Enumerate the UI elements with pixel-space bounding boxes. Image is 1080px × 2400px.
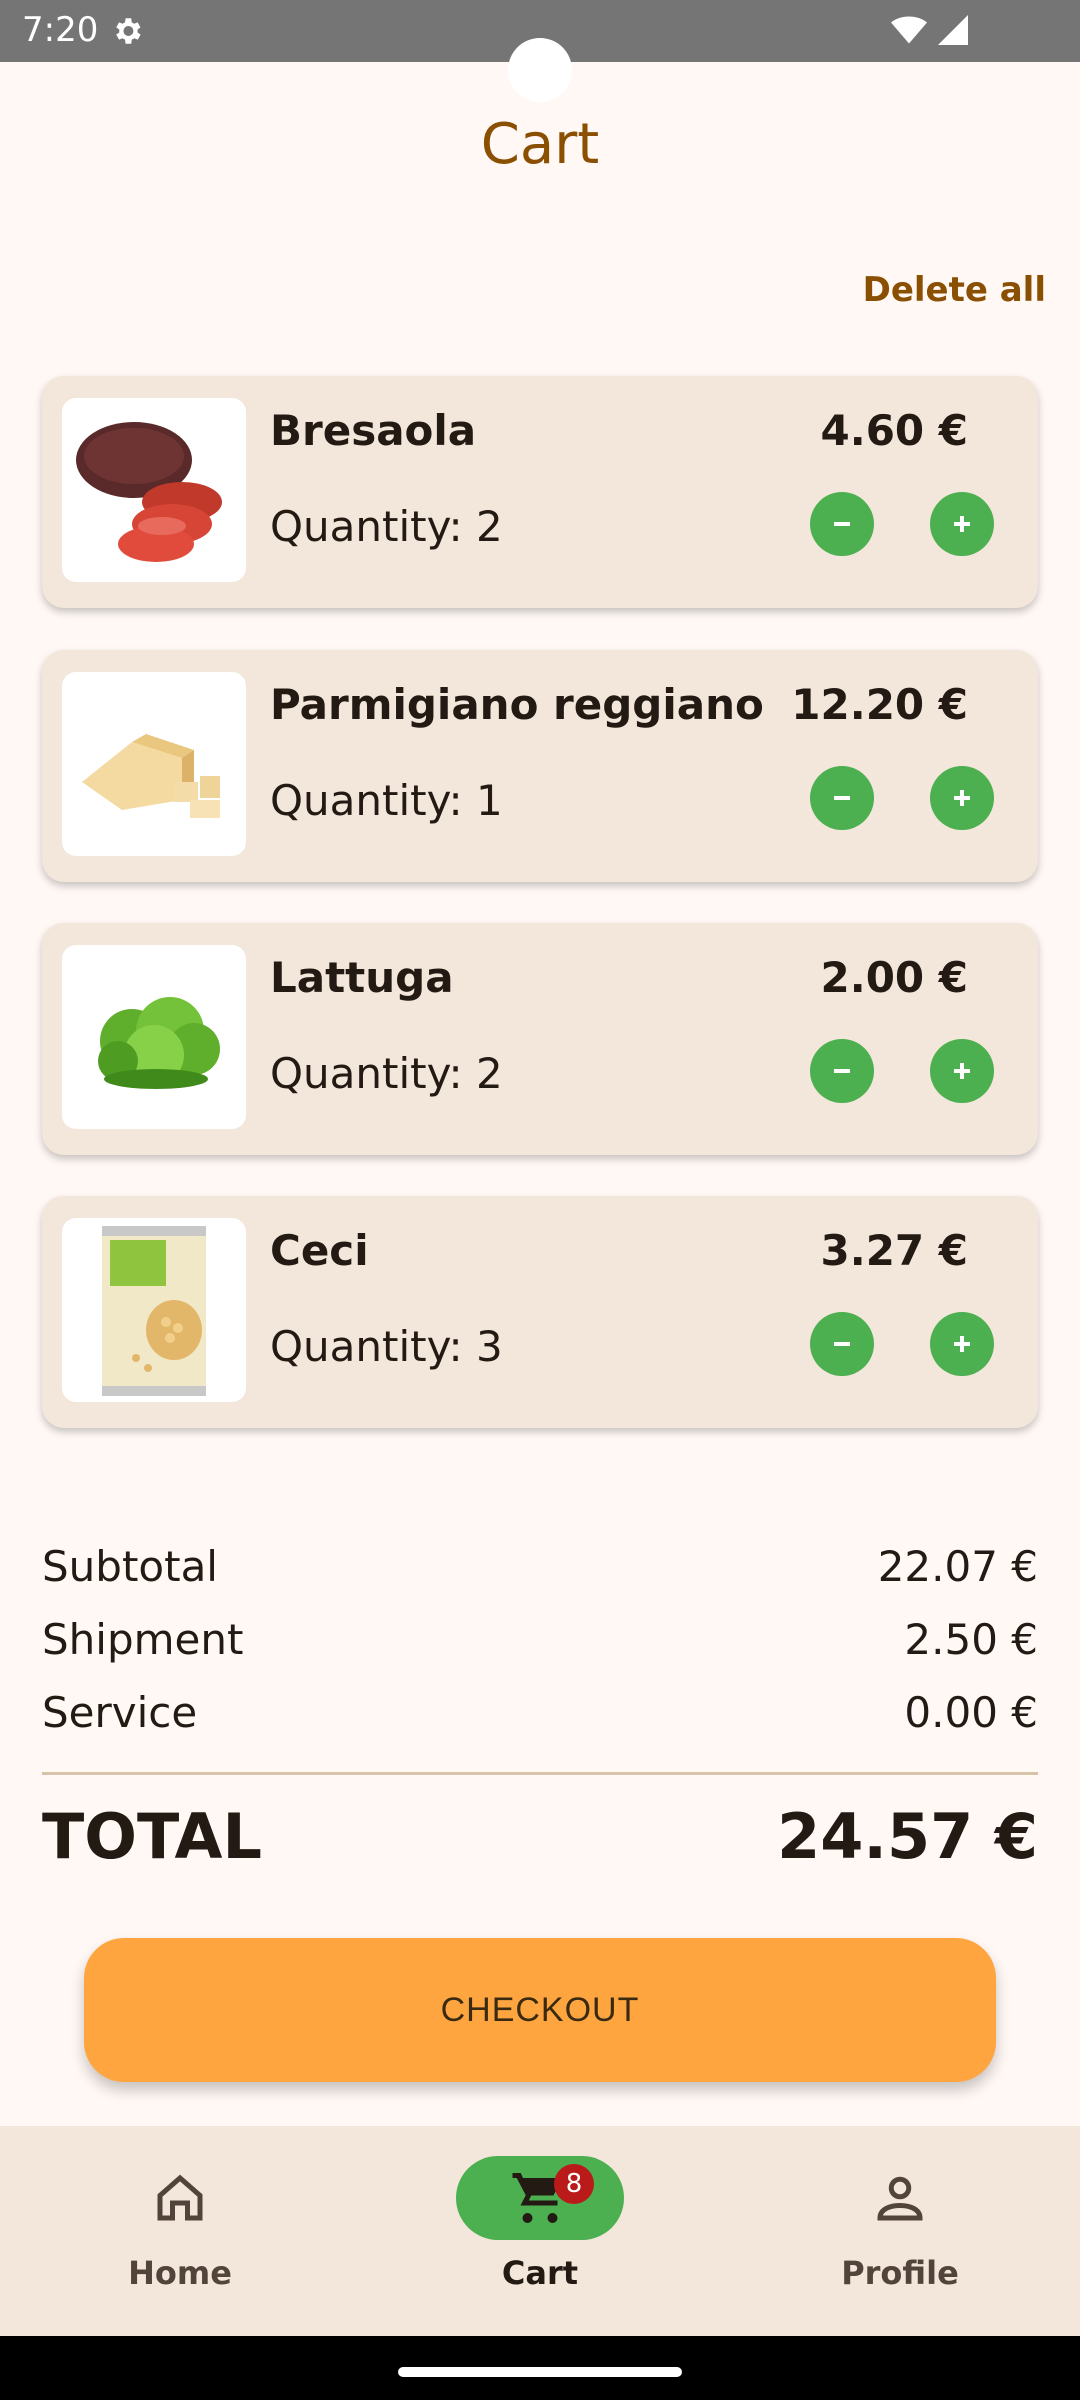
service-row: Service 0.00 € [42, 1688, 1038, 1748]
item-price: 2.00 € [820, 953, 968, 1002]
lettuce-image [62, 945, 246, 1129]
shipment-value: 2.50 € [904, 1615, 1038, 1664]
item-quantity: Quantity: 2 [270, 1049, 503, 1098]
increase-quantity-button[interactable] [930, 492, 994, 556]
item-name: Ceci [270, 1226, 369, 1275]
cart-badge: 8 [554, 2164, 594, 2204]
increase-quantity-button[interactable] [930, 1039, 994, 1103]
increase-quantity-button[interactable] [930, 766, 994, 830]
page-title: Cart [480, 112, 600, 177]
home-icon [157, 2174, 203, 2221]
decrease-quantity-button[interactable] [810, 1312, 874, 1376]
minus-icon [834, 522, 850, 526]
summary-divider [42, 1772, 1038, 1775]
plus-icon [954, 1336, 970, 1352]
cart-item-card: Parmigiano reggiano Quantity: 1 12.20 € [42, 650, 1038, 882]
plus-icon [954, 790, 970, 806]
minus-icon [834, 1069, 850, 1073]
plus-icon [954, 1063, 970, 1079]
wifi-icon [891, 16, 927, 44]
item-price: 3.27 € [820, 1226, 968, 1275]
item-quantity: Quantity: 1 [270, 776, 503, 825]
subtotal-label: Subtotal [42, 1542, 218, 1591]
nav-label-cart: Cart [501, 2254, 579, 2292]
decrease-quantity-button[interactable] [810, 1039, 874, 1103]
item-quantity: Quantity: 3 [270, 1322, 503, 1371]
item-price: 12.20 € [791, 680, 968, 729]
minus-icon [834, 1342, 850, 1346]
cart-item-card: Bresaola Quantity: 2 4.60 € [42, 376, 1038, 608]
nav-item-profile[interactable]: Profile [720, 2126, 1080, 2336]
home-gesture-handle[interactable] [398, 2367, 682, 2377]
shipment-row: Shipment 2.50 € [42, 1615, 1038, 1675]
total-value: 24.57 € [777, 1800, 1038, 1873]
checkout-button[interactable]: CHECKOUT [84, 1938, 996, 2082]
delete-all-button[interactable]: Delete all [863, 270, 1046, 310]
decrease-quantity-button[interactable] [810, 492, 874, 556]
service-label: Service [42, 1688, 198, 1737]
item-quantity: Quantity: 2 [270, 502, 503, 551]
cell-signal-icon [938, 15, 968, 45]
settings-gear-icon [116, 18, 141, 44]
bresaola-image [62, 398, 246, 582]
item-name: Parmigiano reggiano [270, 680, 764, 729]
parmesan-image [62, 672, 246, 856]
plus-icon [954, 516, 970, 532]
camera-cutout [508, 38, 572, 102]
nav-item-home[interactable]: Home [0, 2126, 360, 2336]
nav-label-profile: Profile [841, 2254, 959, 2292]
item-name: Bresaola [270, 406, 477, 455]
service-value: 0.00 € [904, 1688, 1038, 1737]
shipment-label: Shipment [42, 1615, 244, 1664]
cart-item-card: Ceci Quantity: 3 3.27 € [42, 1196, 1038, 1428]
nav-item-cart[interactable]: 8 Cart [360, 2126, 720, 2336]
subtotal-row: Subtotal 22.07 € [42, 1542, 1038, 1602]
chickpea-can-image [62, 1218, 246, 1402]
nav-active-indicator: 8 [456, 2156, 624, 2240]
subtotal-value: 22.07 € [877, 1542, 1038, 1591]
total-row: TOTAL 24.57 € [42, 1800, 1038, 1880]
minus-icon [834, 796, 850, 800]
nav-label-home: Home [128, 2254, 232, 2292]
total-label: TOTAL [42, 1800, 262, 1873]
bottom-navigation: Home 8 Cart Profile [0, 2126, 1080, 2336]
person-icon [877, 2176, 923, 2221]
decrease-quantity-button[interactable] [810, 766, 874, 830]
status-time: 7:20 [22, 10, 99, 50]
cart-item-card: Lattuga Quantity: 2 2.00 € [42, 923, 1038, 1155]
increase-quantity-button[interactable] [930, 1312, 994, 1376]
item-price: 4.60 € [820, 406, 968, 455]
item-name: Lattuga [270, 953, 454, 1002]
